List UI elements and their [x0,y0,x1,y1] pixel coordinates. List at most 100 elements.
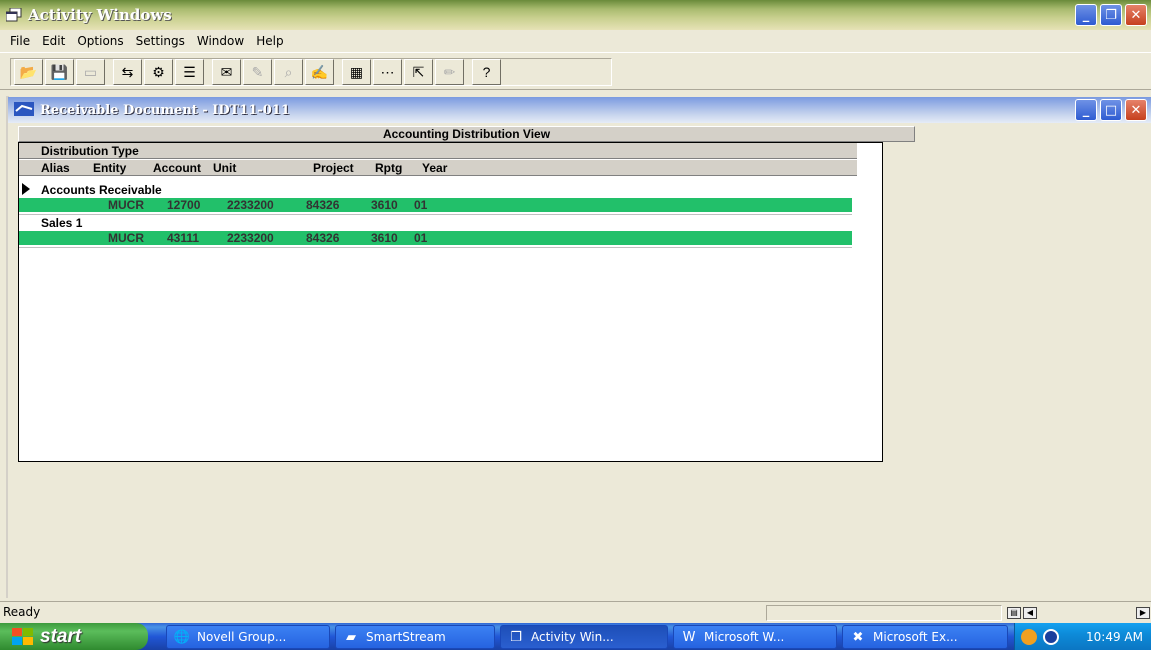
document-icon [8,101,34,119]
column-header-year[interactable]: Year [422,160,447,176]
clock[interactable]: 10:49 AM [1086,630,1143,644]
edit-form-icon: ✉ [220,63,233,80]
help-button[interactable]: ? [472,59,501,85]
taskbar-item-excel[interactable]: ✖ Microsoft Ex... [842,625,1008,649]
export-button[interactable]: ⇱ [404,59,433,85]
taskbar-item-word[interactable]: W Microsoft W... [673,625,837,649]
taskbar-item-smartstream[interactable]: ▰ SmartStream [335,625,495,649]
cell-account: 12700 [167,198,201,212]
task-label: Novell Group... [197,630,287,644]
cell-project: 84326 [306,198,340,212]
cell-account: 43111 [167,231,200,245]
column-header-alias[interactable]: Alias [41,160,70,176]
window-title: Activity Windows [28,6,172,24]
start-button[interactable]: start [0,623,148,650]
open-folder-button[interactable]: 📂 [14,59,43,85]
cell-rptg: 3610 [371,231,398,245]
cell-entity: MUCR [108,198,144,212]
column-header-project[interactable]: Project [313,160,354,176]
menu-bar: File Edit Options Settings Window Help [0,30,1151,52]
calculator-button[interactable]: ▦ [342,59,371,85]
blank-page-button[interactable]: ▭ [76,59,105,85]
toolbar: 📂 💾 ▭ ⇆ ⚙ ☰ ✉ ✎ ⌕ ✍ ▦ ⋯ ⇱ ✏? [0,52,1151,90]
network-icon: ⚙ [152,63,165,80]
disabled-tool-button[interactable]: ✎ [243,59,272,85]
child-window-title: Receivable Document - IDT11-011 [40,102,290,118]
edit-form-button[interactable]: ✉ [212,59,241,85]
calculator-icon: ▦ [349,63,364,80]
smartstream-icon: ▰ [346,629,356,645]
menu-settings[interactable]: Settings [130,34,191,48]
column-header-rptg[interactable]: Rptg [375,160,402,176]
main-titlebar[interactable]: Activity Windows _ ❐ ✕ [0,0,1151,30]
minimize-button[interactable]: _ [1075,4,1097,26]
column-header-entity[interactable]: Entity [93,160,126,176]
edit-note-button[interactable]: ✍ [305,59,334,85]
child-maximize-button[interactable]: □ [1100,99,1122,121]
table-row[interactable]: MUCR 43111 2233200 84326 3610 01 [19,231,852,246]
search-button[interactable]: ⌕ [274,59,303,85]
column-header-unit[interactable]: Unit [213,160,236,176]
group-label[interactable]: Accounts Receivable [41,183,162,197]
group-header: Distribution Type [19,143,857,159]
row-divider [19,247,852,248]
word-icon: W [682,629,696,645]
child-close-button[interactable]: ✕ [1125,99,1147,121]
start-label: start [40,625,82,647]
task-label: Activity Win... [531,630,614,644]
list-button[interactable]: ☰ [175,59,204,85]
activity-window-icon: ❐ [510,629,522,645]
cell-year: 01 [414,198,428,212]
close-button[interactable]: ✕ [1125,4,1147,26]
child-minimize-button[interactable]: _ [1075,99,1097,121]
export-icon: ⇱ [412,63,425,80]
tray-expand-icon[interactable] [1021,628,1037,645]
windows-logo-icon [12,627,34,646]
disabled-tool-icon: ✎ [251,63,264,80]
row-divider [19,214,852,215]
tray-network-icon[interactable] [1043,628,1059,645]
column-header-account[interactable]: Account [153,160,201,176]
network-button[interactable]: ⚙ [144,59,173,85]
pencil-button[interactable]: ✏ [435,59,464,85]
status-panel [766,605,1002,621]
system-tray: 10:49 AM [1014,623,1151,650]
cell-year: 01 [414,231,428,245]
excel-icon: ✖ [852,629,864,645]
cell-entity: MUCR [108,231,144,245]
blank-page-icon: ▭ [83,63,98,80]
group-label[interactable]: Sales 1 [41,216,82,230]
pencil-icon: ✏ [443,63,456,80]
taskbar-item-novell[interactable]: 🌐 Novell Group... [166,625,330,649]
help-icon: ? [482,64,491,80]
cell-project: 84326 [306,231,340,245]
edit-note-icon: ✍ [310,63,329,80]
menu-options[interactable]: Options [71,34,129,48]
transfer-button[interactable]: ⇆ [113,59,142,85]
menu-window[interactable]: Window [191,34,250,48]
cell-unit: 2233200 [227,231,274,245]
save-icon: 💾 [50,63,69,80]
transfer-icon: ⇆ [121,63,134,80]
chart-icon: ⋯ [380,63,395,80]
save-button[interactable]: 💾 [45,59,74,85]
novell-icon: 🌐 [173,629,191,645]
table-row[interactable]: MUCR 12700 2233200 84326 3610 01 [19,198,852,213]
search-icon: ⌕ [284,63,293,80]
task-label: Microsoft W... [704,630,785,644]
menu-help[interactable]: Help [250,34,289,48]
scroll-left-icon[interactable]: ◀ [1023,607,1037,619]
taskbar: start 🌐 Novell Group... ▰ SmartStream ❐ … [0,623,1151,650]
cell-unit: 2233200 [227,198,274,212]
chart-button[interactable]: ⋯ [373,59,402,85]
status-text: Ready [3,605,41,619]
restore-button[interactable]: ❐ [1100,4,1122,26]
column-header-row: Alias Entity Account Unit Project Rptg Y… [19,160,857,176]
menu-file[interactable]: File [4,34,36,48]
menu-edit[interactable]: Edit [36,34,71,48]
distribution-grid[interactable]: Distribution Type Alias Entity Account U… [18,142,883,462]
status-bar: Ready ▤ ◀ ▶ [0,601,1151,623]
taskbar-item-activity[interactable]: ❐ Activity Win... [500,625,668,649]
scroll-right-icon[interactable]: ▶ [1136,607,1150,619]
child-titlebar[interactable]: Receivable Document - IDT11-011 _ □ ✕ [8,97,1151,123]
